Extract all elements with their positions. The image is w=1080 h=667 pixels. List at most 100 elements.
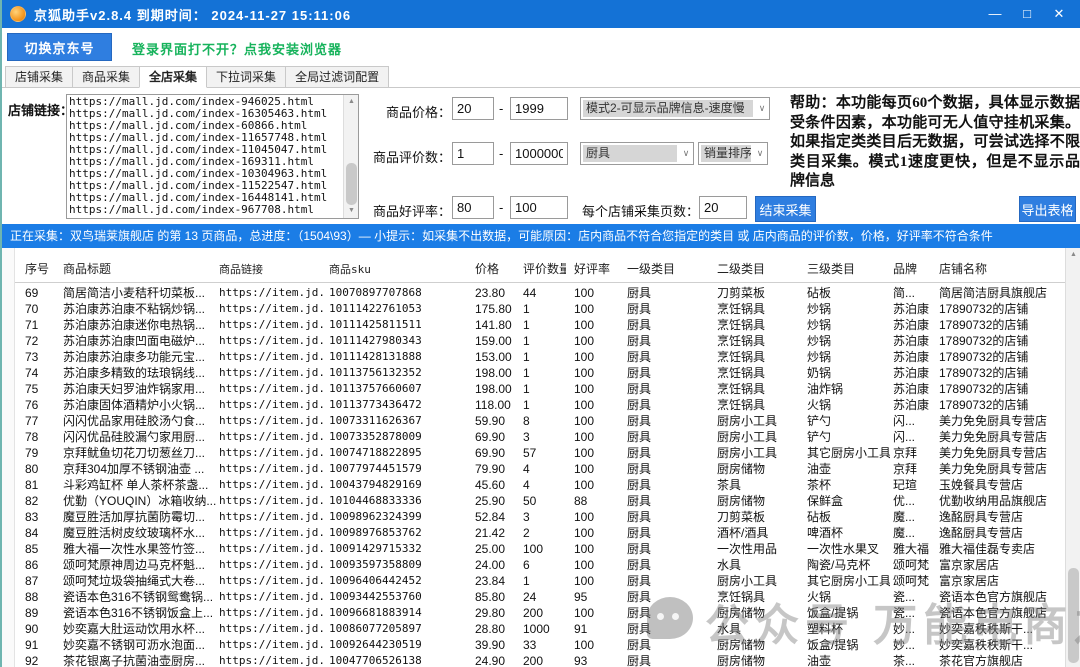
install-browser-link[interactable]: 登录界面打不开？点我安装浏览器 [132,39,342,58]
review-max-input[interactable] [510,142,568,165]
maximize-button[interactable]: □ [1014,0,1040,28]
table-row[interactable]: 70苏泊康苏泊康不粘锅炒锅...https://item.jd...101114… [15,301,1065,317]
tab-shop-collect[interactable]: 店铺采集 [5,66,73,87]
cell-category1: 厨具 [624,285,714,301]
column-header-category3[interactable]: 三级类目 [804,256,890,282]
column-header-title[interactable]: 商品标题 [60,256,216,282]
table-row[interactable]: 91妙奕嘉不锈钢可沥水泡面...https://item.jd...100926… [15,637,1065,653]
table-row[interactable]: 71苏泊康苏泊康迷你电热锅...https://item.jd...101114… [15,317,1065,333]
price-max-input[interactable] [510,97,568,120]
cell-index: 89 [15,605,60,621]
table-row[interactable]: 73苏泊康苏泊康多功能元宝...https://item.jd...101114… [15,349,1065,365]
table-row[interactable]: 76苏泊康固体酒精炉小火锅...https://item.jd...101137… [15,397,1065,413]
cell-category3: 油炸锅 [804,381,890,397]
table-row[interactable]: 90妙奕嘉大肚运动饮用水杯...https://item.jd...100860… [15,621,1065,637]
cell-link: https://item.jd... [216,445,326,461]
table-row[interactable]: 69简居简洁小麦秸秆切菜板...https://item.jd...100708… [15,285,1065,301]
column-header-brand[interactable]: 品牌 [890,256,936,282]
sort-select[interactable]: 销量排序 ∨ [698,142,768,165]
price-min-input[interactable] [452,97,494,120]
scroll-down-icon[interactable]: ▼ [344,204,359,218]
shop-links-input[interactable]: https://mall.jd.com/index-946025.html ht… [69,96,341,217]
cell-review-count: 100 [520,541,566,557]
table-row[interactable]: 89瓷语本色316不锈钢饭盒上...https://item.jd...1009… [15,605,1065,621]
column-header-store[interactable]: 店铺名称 [936,256,1065,282]
table-header-row: 序号商品标题商品链接商品sku价格评价数量好评率一级类目二级类目三级类目品牌店铺… [15,256,1065,283]
table-row[interactable]: 80京拜304加厚不锈钢油壶 ...https://item.jd...1007… [15,461,1065,477]
cell-index: 76 [15,397,60,413]
cell-category2: 厨房储物 [714,461,804,477]
category-select[interactable]: 厨具 ∨ [580,142,694,165]
shop-links-scrollbar[interactable]: ▲ ▼ [343,95,358,218]
table-row[interactable]: 88瓷语本色316不锈钢鸳鸯锅...https://item.jd...1009… [15,589,1065,605]
scroll-thumb[interactable] [346,163,357,205]
cell-index: 69 [15,285,60,301]
cell-price: 39.90 [472,637,520,653]
cell-review-count: 3 [520,429,566,445]
cell-review-count: 6 [520,557,566,573]
table-row[interactable]: 72苏泊康苏泊康凹面电磁炉...https://item.jd...101114… [15,333,1065,349]
column-header-review-count[interactable]: 评价数量 [520,256,566,282]
pages-per-shop-input[interactable] [699,196,747,219]
scroll-up-icon[interactable]: ▲ [344,95,359,109]
cell-store: 17890732的店铺 [936,301,1065,317]
cell-sku: 10092644230519 [326,637,472,653]
cell-sku: 10047706526138 [326,653,472,667]
column-header-price[interactable]: 价格 [472,256,520,282]
cell-review-count: 33 [520,637,566,653]
tab-dropdown-word-collect[interactable]: 下拉词采集 [206,66,286,87]
cell-brand: 苏泊康 [890,301,936,317]
table-row[interactable]: 84魔豆胜活树皮纹玻璃杯水...https://item.jd...100989… [15,525,1065,541]
cell-review-count: 57 [520,445,566,461]
cell-brand: 妙... [890,637,936,653]
column-header-index[interactable]: 序号 [15,256,60,282]
table-row[interactable]: 75苏泊康天妇罗油炸锅家用...https://item.jd...101137… [15,381,1065,397]
column-header-category1[interactable]: 一级类目 [624,256,714,282]
cell-review-count: 3 [520,509,566,525]
table-row[interactable]: 74苏泊康多精致的珐琅锅线...https://item.jd...101137… [15,365,1065,381]
cell-category3: 奶锅 [804,365,890,381]
table-row[interactable]: 78闪闪优品硅胶漏勺家用厨...https://item.jd...100733… [15,429,1065,445]
cell-title: 妙奕嘉不锈钢可沥水泡面... [60,637,216,653]
review-min-input[interactable] [452,142,494,165]
cell-category1: 厨具 [624,461,714,477]
tab-whole-store-collect[interactable]: 全店采集 [139,66,207,88]
tab-product-collect[interactable]: 商品采集 [72,66,140,87]
rating-min-input[interactable] [452,196,494,219]
table-scroll-thumb[interactable] [1068,568,1079,663]
column-header-sku[interactable]: 商品sku [326,256,472,282]
column-header-rating[interactable]: 好评率 [566,256,624,282]
table-row[interactable]: 92茶花银离子抗菌油壶厨房...https://item.jd...100477… [15,653,1065,667]
close-button[interactable]: ✕ [1046,0,1072,28]
table-row[interactable]: 85雅大福一次性水果签竹签...https://item.jd...100914… [15,541,1065,557]
cell-sku: 10043794829169 [326,477,472,493]
table-row[interactable]: 79京拜鱿鱼切花刀切葱丝刀...https://item.jd...100747… [15,445,1065,461]
cell-price: 69.90 [472,445,520,461]
table-row[interactable]: 83魔豆胜活加厚抗菌防霉切...https://item.jd...100989… [15,509,1065,525]
scroll-up-icon[interactable]: ▲ [1066,248,1080,262]
cell-sku: 10113756132352 [326,365,472,381]
table-row[interactable]: 82优勤（YOUQIN）冰箱收纳...https://item.jd...101… [15,493,1065,509]
cell-review-count: 1 [520,333,566,349]
table-row[interactable]: 77闪闪优品家用硅胶汤勺食...https://item.jd...100733… [15,413,1065,429]
column-header-category2[interactable]: 二级类目 [714,256,804,282]
cell-category2: 厨房储物 [714,653,804,667]
column-header-link[interactable]: 商品链接 [216,256,326,282]
cell-sku: 10098976853762 [326,525,472,541]
cell-category2: 厨房小工具 [714,429,804,445]
cell-category3: 铲勺 [804,413,890,429]
table-scrollbar[interactable]: ▲ [1065,248,1080,667]
table-row[interactable]: 86颂呵梵原神周边马克杯魁...https://item.jd...100935… [15,557,1065,573]
price-label: 商品价格： [386,102,451,121]
table-row[interactable]: 87颂呵梵垃圾袋抽绳式大卷...https://item.jd...100964… [15,573,1065,589]
cell-title: 苏泊康苏泊康凹面电磁炉... [60,333,216,349]
rating-max-input[interactable] [510,196,568,219]
minimize-button[interactable]: — [982,0,1008,28]
cell-index: 75 [15,381,60,397]
tab-global-filter-config[interactable]: 全局过滤词配置 [285,66,389,87]
cell-price: 79.90 [472,461,520,477]
switch-jd-account-button[interactable]: 切换京东号 [7,33,112,61]
table-row[interactable]: 81斗彩鸡缸杯 单人茶杯茶盏...https://item.jd...10043… [15,477,1065,493]
cell-sku: 10096406442452 [326,573,472,589]
mode-select[interactable]: 模式2-可显示品牌信息-速度慢 ∨ [580,97,770,120]
